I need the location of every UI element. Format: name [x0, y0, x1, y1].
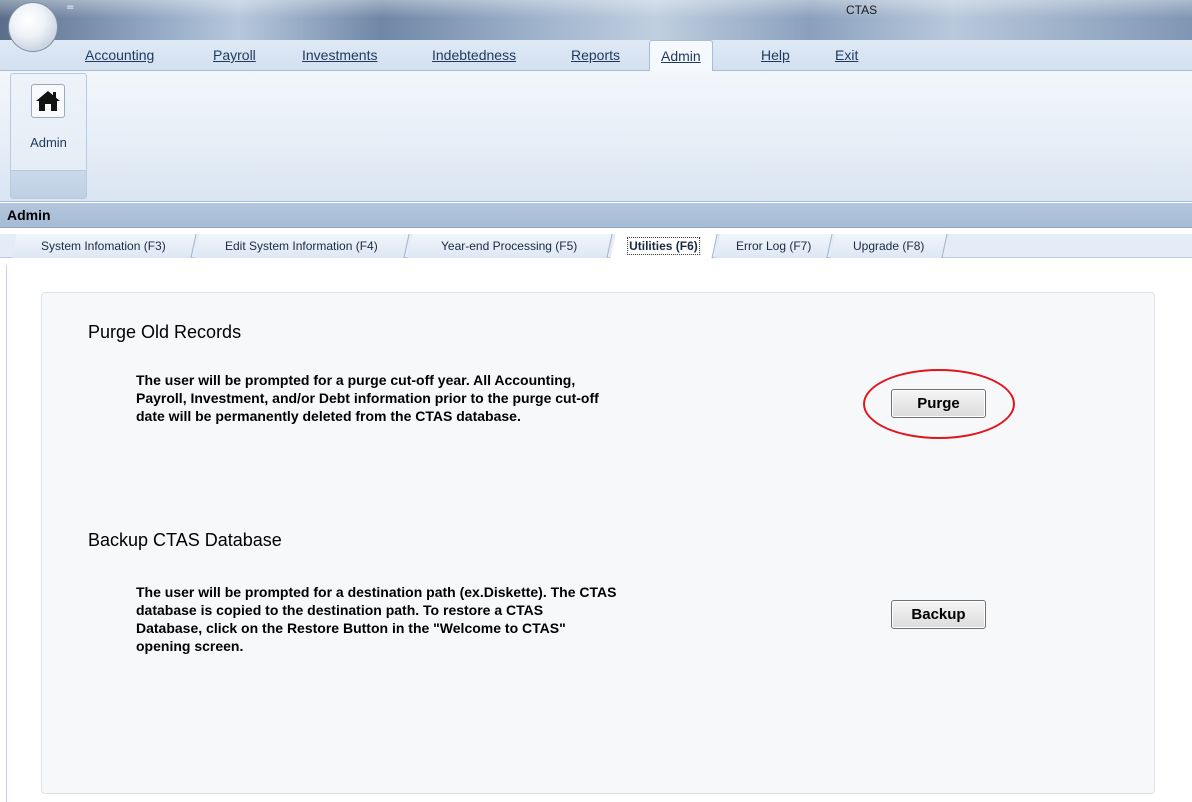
menu-item-payroll[interactable]: Payroll: [213, 47, 256, 63]
ribbon-admin-label: Admin: [30, 135, 67, 150]
quick-access-dropdown-icon[interactable]: =: [66, 2, 74, 13]
tab-row: System Infomation (F3) Edit System Infor…: [0, 234, 1192, 259]
menu-item-reports[interactable]: Reports: [571, 47, 620, 63]
tab-strip: System Infomation (F3) Edit System Infor…: [0, 229, 1192, 265]
ribbon: Admin: [0, 71, 1192, 202]
backup-description-line: database is copied to the destination pa…: [136, 602, 544, 618]
window-title: CTAS: [846, 3, 878, 17]
title-bar: = CTAS: [0, 0, 1192, 52]
ribbon-admin-button[interactable]: Admin: [10, 73, 87, 199]
tab-edit-system-information[interactable]: Edit System Information (F4): [194, 234, 410, 258]
backup-description-line: opening screen.: [136, 638, 244, 654]
menu-item-indebtedness[interactable]: Indebtedness: [432, 47, 516, 63]
backup-button[interactable]: Backup: [891, 600, 986, 629]
backup-heading: Backup CTAS Database: [88, 530, 282, 550]
menu-item-exit[interactable]: Exit: [835, 47, 858, 63]
menu-item-admin[interactable]: Admin: [649, 40, 713, 72]
tab-utilities[interactable]: Utilities (F6): [610, 234, 718, 259]
backup-description-line: Database, click on the Restore Button in…: [136, 620, 566, 636]
section-title: Admin: [7, 207, 51, 223]
application-menu-button[interactable]: [8, 2, 58, 52]
backup-description: The user will be prompted for a destinat…: [136, 583, 816, 655]
purge-highlight-annotation: [863, 369, 1015, 439]
purge-description: The user will be prompted for a purge cu…: [136, 371, 816, 425]
menu-item-help[interactable]: Help: [761, 47, 790, 63]
purge-heading: Purge Old Records: [88, 322, 242, 342]
menu-bar: Accounting Payroll Investments Indebtedn…: [0, 40, 1192, 72]
tab-system-information[interactable]: System Infomation (F3): [11, 234, 197, 258]
ribbon-group-footer: [11, 170, 86, 198]
tab-year-end-processing[interactable]: Year-end Processing (F5): [407, 234, 613, 258]
content-left-border: [6, 265, 7, 802]
section-header: Admin: [0, 203, 1192, 228]
tab-error-log[interactable]: Error Log (F7): [715, 234, 833, 258]
menu-item-accounting[interactable]: Accounting: [85, 47, 154, 63]
purge-description-line: Payroll, Investment, and/or Debt informa…: [136, 390, 599, 406]
home-icon: [31, 84, 65, 118]
purge-description-line: date will be permanently deleted from th…: [136, 408, 521, 424]
menu-item-investments[interactable]: Investments: [302, 47, 377, 63]
purge-description-line: The user will be prompted for a purge cu…: [136, 372, 576, 388]
backup-description-line: The user will be prompted for a destinat…: [136, 584, 617, 600]
tab-upgrade[interactable]: Upgrade (F8): [830, 234, 948, 258]
